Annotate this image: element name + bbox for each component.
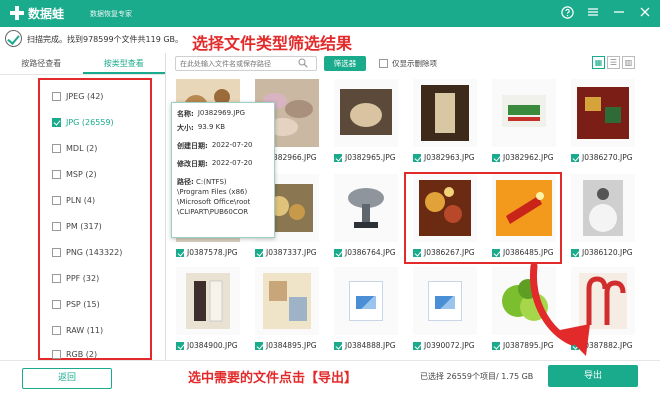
detail-view-icon[interactable]: ▥: [622, 56, 635, 69]
file-item[interactable]: J0382963.JPG: [413, 79, 477, 167]
checkbox[interactable]: [492, 341, 500, 350]
search-input[interactable]: [175, 56, 317, 71]
file-item[interactable]: J0382965.JPG: [334, 79, 398, 167]
info-path: 路径: C:(NTFS) \Program Files (x86) \Micro…: [177, 178, 251, 216]
back-button[interactable]: 返回: [22, 368, 112, 389]
list-view-icon[interactable]: ☰: [607, 56, 620, 69]
checkbox[interactable]: [52, 91, 61, 101]
checkbox[interactable]: [571, 248, 579, 257]
app-name: 数据蛙: [28, 7, 65, 21]
checkbox[interactable]: [176, 248, 184, 257]
app-subtitle: 数据恢复专家: [90, 10, 132, 18]
checkbox[interactable]: [413, 341, 421, 350]
checkbox[interactable]: [52, 221, 61, 231]
annotation-arrow-icon: [530, 264, 590, 356]
left-panel: 按路径查看 按类型查看 JPEG (42) JPG (26559) MDL (2…: [0, 53, 166, 360]
file-item[interactable]: J0390072.JPG: [413, 267, 477, 355]
checkbox[interactable]: [52, 273, 61, 283]
export-button[interactable]: 导出: [548, 365, 638, 387]
checkbox[interactable]: [52, 195, 61, 205]
checkbox[interactable]: [52, 247, 61, 257]
thumbnail: [571, 79, 635, 147]
checkbox[interactable]: [52, 143, 61, 153]
selected-files-highlight: [404, 172, 562, 264]
checkbox[interactable]: [176, 341, 184, 350]
scan-status-text: 扫描完成。找到978599个文件共119 GB。: [27, 35, 184, 44]
file-item[interactable]: J0384895.JPG: [255, 267, 319, 355]
checkbox[interactable]: [52, 299, 61, 309]
type-item-psp[interactable]: PSP (15): [52, 298, 100, 310]
checkbox[interactable]: [255, 341, 263, 350]
filter-button[interactable]: 筛选器: [324, 56, 366, 71]
file-item[interactable]: J0384888.JPG: [334, 267, 398, 355]
thumbnail: [255, 267, 319, 335]
type-item-mdl[interactable]: MDL (2): [52, 142, 97, 154]
selection-summary: 已选择 26559个项目/ 1.75 GB: [420, 372, 534, 381]
thumbnail: [492, 79, 556, 147]
minimize-icon[interactable]: [612, 5, 626, 19]
thumbnail: [413, 267, 477, 335]
type-list-highlight: JPEG (42) JPG (26559) MDL (2) MSP (2) PL…: [38, 78, 152, 360]
type-item-rgb[interactable]: RGB (2): [52, 348, 97, 360]
type-item-jpg[interactable]: JPG (26559): [52, 116, 114, 128]
thumbnail: [571, 174, 635, 242]
close-icon[interactable]: [638, 5, 652, 19]
info-modified: 2022-07-20: [211, 159, 253, 167]
thumbnail: [413, 79, 477, 147]
checkbox[interactable]: [413, 153, 421, 162]
search-icon[interactable]: [298, 58, 308, 68]
title-bar: 数据蛙 数据恢复专家: [0, 0, 660, 27]
checkbox[interactable]: [334, 248, 342, 257]
image-file-icon: [428, 281, 462, 321]
checkbox[interactable]: [52, 169, 61, 179]
file-item[interactable]: J0386270.JPG: [571, 79, 635, 167]
annotation-bottom: 选中需要的文件点击【导出】: [188, 371, 358, 386]
info-filename: J0382969.JPG: [197, 109, 245, 117]
type-item-pm[interactable]: PM (317): [52, 220, 102, 232]
checkbox[interactable]: [52, 349, 61, 359]
type-item-pln[interactable]: PLN (4): [52, 194, 95, 206]
info-created: 2022-07-20: [211, 141, 253, 149]
file-info-tooltip: 名称: J0382969.JPG 大小: 93.9 KB 创建日期: 2022-07-…: [171, 102, 275, 238]
type-item-jpeg[interactable]: JPEG (42): [52, 90, 103, 102]
checkbox[interactable]: [52, 325, 61, 335]
thumbnail: [334, 79, 398, 147]
menu-icon[interactable]: [586, 5, 600, 19]
bottom-bar: 返回 选中需要的文件点击【导出】 已选择 26559个项目/ 1.75 GB 导…: [0, 360, 660, 403]
checkbox[interactable]: [334, 153, 342, 162]
type-item-ppf[interactable]: PPF (32): [52, 272, 99, 284]
file-item[interactable]: J0382962.JPG: [492, 79, 556, 167]
checkbox[interactable]: [379, 59, 388, 68]
checkbox[interactable]: [52, 117, 61, 127]
checkbox[interactable]: [571, 153, 579, 162]
thumbnail: [334, 267, 398, 335]
thumbnail: [334, 174, 398, 242]
thumbnail: [176, 267, 240, 335]
logo-icon: [10, 6, 24, 20]
scan-complete-icon: [5, 30, 22, 47]
checkbox[interactable]: [255, 248, 263, 257]
file-item[interactable]: J0384900.JPG: [176, 267, 240, 355]
file-item[interactable]: J0386764.JPG: [334, 174, 398, 262]
tab-by-path[interactable]: 按路径查看: [0, 53, 83, 74]
image-file-icon: [349, 281, 383, 321]
file-item[interactable]: J0386120.JPG: [571, 174, 635, 262]
checkbox[interactable]: [334, 341, 342, 350]
grid-view-icon[interactable]: ▦: [592, 56, 605, 69]
type-item-msp[interactable]: MSP (2): [52, 168, 97, 180]
help-icon[interactable]: [560, 5, 574, 19]
toolbar: 筛选器 仅显示删除项 ▦ ☰ ▥: [168, 53, 660, 75]
deleted-only-option[interactable]: 仅显示删除项: [379, 58, 437, 69]
info-size: 93.9 KB: [197, 123, 226, 131]
type-item-png[interactable]: PNG (143322): [52, 246, 122, 258]
type-item-raw[interactable]: RAW (11): [52, 324, 103, 336]
annotation-top: 选择文件类型筛选结果: [192, 34, 353, 53]
tab-by-type[interactable]: 按类型查看: [82, 53, 165, 74]
checkbox[interactable]: [492, 153, 500, 162]
